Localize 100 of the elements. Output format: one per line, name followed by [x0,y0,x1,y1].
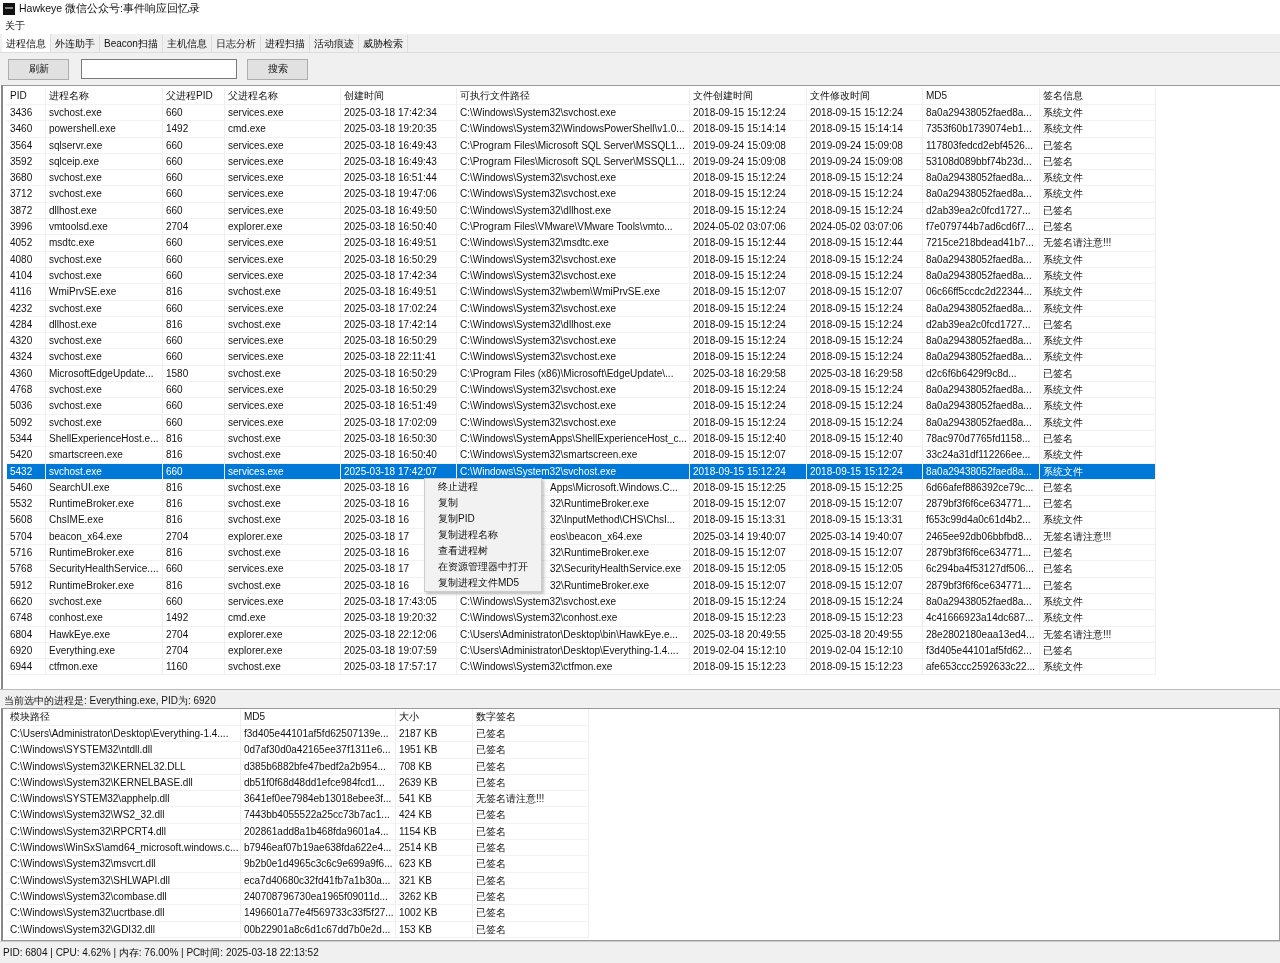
table-cell: C:\Windows\System32\SHLWAPI.dll [7,872,241,889]
table-cell: 2019-02-04 15:12:10 [807,642,923,660]
column-header[interactable]: 文件创建时间 [690,88,807,105]
table-cell: 4324 [7,349,46,366]
table-cell: smartscreen.exe [46,447,163,464]
column-header[interactable]: 可执行文件路径 [457,88,690,105]
table-cell: svchost.exe [225,512,341,529]
table-cell: 3872 [7,202,46,220]
tab[interactable]: 活动痕迹 [309,35,359,52]
table-cell: 3641ef0ee7984eb13018ebee3f... [241,791,396,808]
tab[interactable]: 主机信息 [162,35,212,52]
table-cell: 已签名 [1040,153,1156,171]
table-cell: 2018-09-15 15:12:25 [807,479,923,497]
table-cell: 660 [163,561,225,578]
table-cell: svchost.exe [46,186,163,203]
table-cell: 已签名 [1040,496,1156,513]
tab[interactable]: 威胁检索 [358,35,408,52]
table-cell: powershell.exe [46,121,163,138]
table-cell: d2ab39ea2c0fcd1727... [923,202,1040,220]
table-cell: 240708796730ea1965f09011d... [241,888,396,906]
table-cell: 660 [163,593,225,611]
table-cell: 已签名 [1040,365,1156,383]
table-cell: Everything.exe [46,642,163,660]
search-field[interactable] [81,59,237,79]
table-cell: msdtc.exe [46,235,163,252]
table-cell: 2018-09-15 15:12:24 [690,398,807,415]
table-cell: 2018-09-15 15:12:24 [690,251,807,268]
table-cell: ShellExperienceHost.e... [46,430,163,448]
table-cell: 8a0a29438052faed8a... [923,382,1040,399]
menu-item[interactable]: 关于 [5,18,25,33]
table-cell: C:\Users\Administrator\Desktop\Everything-1.4.... [457,642,690,660]
tab[interactable]: Beacon扫描 [100,35,163,52]
table-cell: svchost.exe [225,545,341,562]
table-cell: C:\Program Files\Microsoft SQL Server\MSSQL1... [457,153,690,171]
table-cell: 321 KB [396,872,473,889]
table-cell: afe653ccc2592633c22... [923,659,1040,676]
search-button[interactable]: 搜索 [247,58,308,80]
refresh-button[interactable]: 刷新 [8,58,69,80]
status-bar: PID: 6804 | CPU: 4.62% | 内存: 76.00% | PC时间: 2025-03-18 22:13:52 [0,941,1280,963]
table-cell: 2018-09-15 15:12:24 [690,463,807,480]
table-cell: 2879bf3f6f6ce634771... [923,545,1040,562]
table-cell: 系统文件 [1040,447,1156,464]
column-header[interactable]: 父进程PID [163,88,225,105]
table-cell: 2018-09-15 15:12:25 [690,479,807,497]
table-cell: 2018-09-15 15:12:23 [807,659,923,676]
table-cell: 系统文件 [1040,382,1156,399]
table-cell: 8a0a29438052faed8a... [923,414,1040,431]
table-cell: 8a0a29438052faed8a... [923,593,1040,611]
table-cell: 816 [163,577,225,594]
table-cell: services.exe [225,333,341,350]
table-cell: 2018-09-15 15:12:24 [807,414,923,431]
table-cell: services.exe [225,561,341,578]
column-header[interactable]: MD5 [241,709,396,726]
table-cell: 2025-03-18 16:51:44 [341,170,457,187]
tab[interactable]: 外连助手 [51,35,100,52]
table-cell: 已签名 [1040,316,1156,334]
table-cell: services.exe [225,105,341,122]
table-cell: explorer.exe [225,642,341,660]
column-header[interactable]: 创建时间 [341,88,457,105]
column-header[interactable]: PID [7,88,46,105]
table-cell: services.exe [225,170,341,187]
column-header[interactable]: 大小 [396,709,473,726]
table-cell: 8a0a29438052faed8a... [923,300,1040,317]
table-cell: 5344 [7,430,46,448]
table-cell: 系统文件 [1040,414,1156,431]
column-header[interactable]: 父进程名称 [225,88,341,105]
table-cell: C:\Windows\System32\svchost.exe [457,414,690,431]
table-cell: 系统文件 [1040,593,1156,611]
column-header[interactable]: 进程名称 [46,88,163,105]
table-cell: 2025-03-18 17:02:24 [341,300,457,317]
table-cell: 2018-09-15 15:12:40 [690,430,807,448]
table-cell: 660 [163,463,225,480]
table-cell: C:\Windows\System32\conhost.exe [457,610,690,627]
column-header[interactable]: 模块路径 [7,709,241,726]
table-cell: dllhost.exe [46,202,163,220]
table-cell: 5768 [7,561,46,578]
column-header[interactable]: 文件修改时间 [807,88,923,105]
table-cell: 已签名 [473,872,589,889]
table-cell: 2018-09-15 15:12:24 [807,251,923,268]
table-cell: services.exe [225,382,341,399]
table-cell: 8a0a29438052faed8a... [923,398,1040,415]
table-cell: 2018-09-15 15:12:07 [807,496,923,513]
tab[interactable]: 日志分析 [211,35,261,52]
table-cell: 4104 [7,267,46,285]
table-cell: 已签名 [1040,545,1156,562]
tab[interactable]: 进程扫描 [260,35,310,52]
table-cell: 2018-09-15 15:12:24 [807,463,923,480]
table-cell: C:\Windows\WinSxS\amd64_microsoft.windows.c... [7,840,241,857]
tab[interactable]: 进程信息 [2,34,51,52]
table-cell: explorer.exe [225,626,341,643]
column-header[interactable]: 签名信息 [1040,88,1156,105]
column-header[interactable]: MD5 [923,88,1040,105]
table-cell: 8a0a29438052faed8a... [923,333,1040,350]
table-cell: C:\Windows\SystemApps\ShellExperienceHost_c... [457,430,690,448]
table-cell: explorer.exe [225,528,341,545]
table-cell: 2018-09-15 15:12:24 [807,105,923,122]
table-cell: 2018-09-15 15:12:24 [690,333,807,350]
table-cell: 4080 [7,251,46,268]
table-cell: f7e079744b7ad6cd6f7... [923,219,1040,236]
column-header[interactable]: 数字签名 [473,709,589,726]
